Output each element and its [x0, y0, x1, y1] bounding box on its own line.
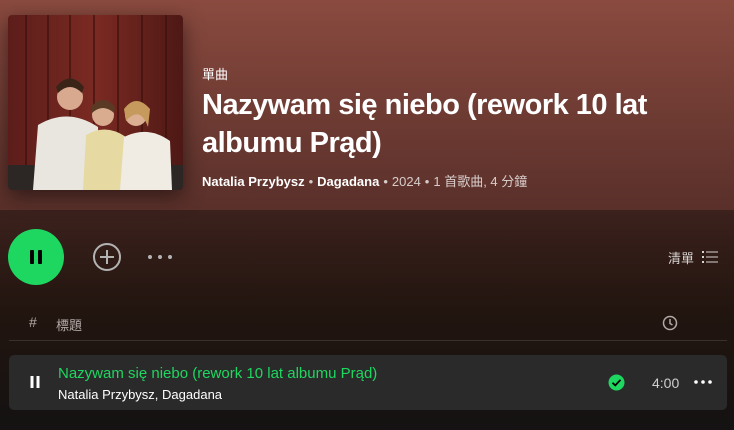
more-horizontal-icon	[148, 255, 172, 259]
more-options-button[interactable]	[146, 248, 174, 266]
column-number: #	[29, 314, 37, 330]
meta-separator: •	[424, 174, 430, 189]
pause-icon[interactable]	[29, 376, 41, 388]
track-row[interactable]: Nazywam się niebo (rework 10 lat albumu …	[9, 355, 727, 410]
pause-icon	[30, 250, 42, 264]
item-type-label: 單曲	[202, 67, 229, 82]
more-horizontal-icon[interactable]	[694, 377, 712, 387]
view-mode-button[interactable]: 清單	[668, 248, 719, 266]
meta-separator: •	[383, 174, 388, 189]
check-circle-icon[interactable]	[608, 374, 625, 391]
album-cover	[8, 15, 183, 190]
clock-icon	[662, 315, 678, 331]
view-mode-label: 清單	[668, 250, 695, 266]
column-title: 標題	[56, 318, 83, 333]
list-icon	[702, 251, 719, 263]
page-title: Nazywam się niebo (rework 10 lat albumu …	[202, 89, 647, 159]
artist-link[interactable]: Natalia Przybysz	[202, 174, 305, 189]
pause-button[interactable]	[8, 229, 64, 285]
meta-separator: •	[308, 174, 314, 189]
track-summary: 1 首歌曲, 4 分鐘	[433, 174, 528, 189]
artist-link[interactable]: Dagadana	[317, 174, 379, 189]
tracklist-header: # 標題	[9, 313, 727, 341]
track-title[interactable]: Nazywam się niebo (rework 10 lat albumu …	[58, 365, 377, 382]
add-circle-icon	[93, 243, 121, 271]
add-to-library-button[interactable]	[91, 241, 123, 273]
release-year: 2024	[391, 174, 421, 189]
release-meta: Natalia Przybysz • Dagadana • 2024 • 1 首歌曲, 4 …	[202, 171, 527, 190]
track-duration: 4:00	[652, 375, 680, 391]
track-artists[interactable]: Natalia Przybysz, Dagadana	[58, 387, 222, 402]
